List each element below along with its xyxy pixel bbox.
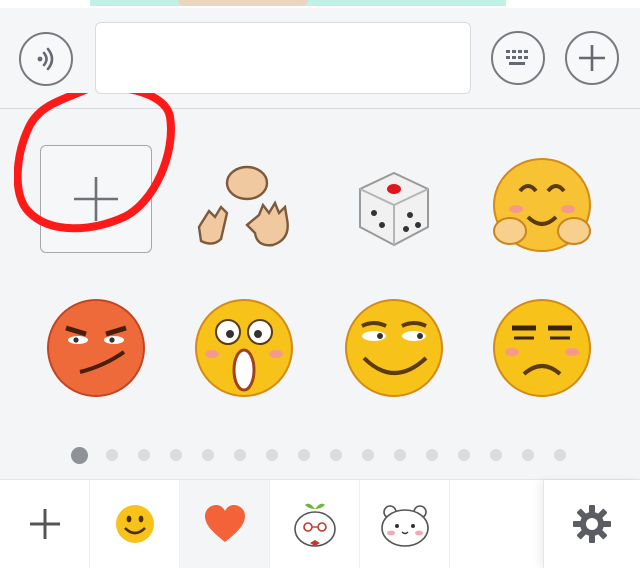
add-custom-sticker-button[interactable] [40,145,152,253]
smiley-icon [115,505,154,543]
page-dot[interactable] [394,449,406,461]
add-sticker-pack-tab[interactable] [0,480,90,568]
plus-icon [29,509,60,539]
sticker-panel [0,93,640,479]
sticker-pack-1-tab[interactable] [270,480,360,568]
sticker-shocked[interactable] [186,290,302,406]
sticker-smirk-red[interactable] [38,290,154,406]
page-dot[interactable] [234,449,246,461]
image-thumbnail [178,0,308,6]
sly-smile-face-icon [345,299,443,397]
page-dot[interactable] [170,449,182,461]
sticker-category-bar [0,479,640,568]
sticker-sly-smile[interactable] [336,290,452,406]
page-dot[interactable] [522,449,534,461]
voice-button[interactable] [19,32,73,86]
page-dot[interactable] [266,449,278,461]
gear-icon [573,505,611,543]
message-input[interactable] [95,22,471,94]
heart-icon [204,505,245,542]
page-dot[interactable] [362,449,374,461]
angry-smirk-face-icon [47,299,145,397]
voice-icon [37,47,54,71]
chat-image-peek [0,0,640,8]
page-dot[interactable] [202,449,214,461]
favorites-tab[interactable] [180,480,270,568]
page-dot[interactable] [106,449,118,461]
page-dot[interactable] [298,449,310,461]
sticker-pack-2-tab[interactable] [360,480,450,568]
sticker-rock-paper-scissors[interactable] [184,151,300,267]
sticker-shy-blush[interactable] [484,145,600,261]
more-functions-button[interactable] [565,31,619,85]
plus-icon [74,177,118,221]
page-dot[interactable] [490,449,502,461]
pagination-dots [0,446,640,464]
sticker-settings-button[interactable] [543,480,640,568]
emoji-tab[interactable] [90,480,180,568]
sprout-character-icon [293,503,336,547]
white-bear-icon [380,505,429,547]
rock-paper-scissors-hands-icon [197,165,289,247]
page-dot[interactable] [138,449,150,461]
page-dot[interactable] [426,449,438,461]
unamused-face-icon [493,299,591,397]
plus-icon [579,45,605,71]
blushing-face-icon [493,158,591,252]
page-dot[interactable] [554,449,566,461]
page-dot-active[interactable] [71,447,88,464]
keyboard-button[interactable] [491,31,545,85]
dice-icon [359,171,429,247]
chat-input-bar [0,8,640,109]
sticker-dice[interactable] [336,151,452,267]
page-dot[interactable] [458,449,470,461]
shocked-face-icon [195,299,293,397]
sticker-unamused[interactable] [484,290,600,406]
keyboard-icon [506,50,528,65]
page-dot[interactable] [330,449,342,461]
